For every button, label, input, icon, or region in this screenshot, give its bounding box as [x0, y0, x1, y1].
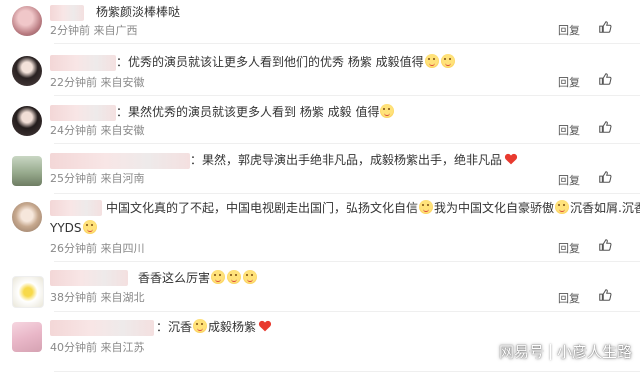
thumbs-up-icon: [599, 289, 612, 301]
emoji-icon: [243, 270, 258, 284]
comment-source: 来自安徽: [100, 76, 145, 89]
username[interactable]: [50, 200, 102, 216]
emoji-icon: [440, 54, 455, 68]
comment-text: ：果然优秀的演员就该更多人看到 杨紫 成毅 值得: [116, 102, 395, 122]
comment-item: ：果然，郭虎导演出手绝非凡品，成毅杨紫出手，绝非凡品 25分钟前 来自河南 回复: [0, 144, 640, 194]
watermark-brand: 网易号: [498, 343, 544, 361]
avatar[interactable]: [12, 202, 42, 232]
avatar[interactable]: [12, 322, 42, 352]
reply-button[interactable]: 回复: [558, 290, 580, 306]
comment-source: 来自广西: [93, 24, 138, 37]
comment-time: 22分钟前: [50, 76, 97, 89]
comment-item: ：优秀的演员就该让更多人看到他们的优秀 杨紫 成毅值得 22分钟前 来自安徽 回…: [0, 44, 640, 96]
username[interactable]: [50, 270, 128, 286]
emoji-icon: [555, 200, 570, 214]
comment-text: 杨紫颜淡棒棒哒: [96, 5, 181, 19]
username[interactable]: [50, 320, 154, 336]
avatar[interactable]: [12, 106, 42, 136]
comment-source: 来自四川: [100, 242, 145, 255]
comment-time: 2分钟前: [50, 24, 90, 37]
comment-source: 来自江苏: [100, 341, 145, 354]
heart-icon: [504, 153, 518, 165]
comment-meta: 24分钟前 来自安徽: [50, 124, 145, 138]
comment-source: 来自湖北: [100, 291, 145, 304]
reply-button[interactable]: 回复: [558, 122, 580, 138]
avatar[interactable]: [12, 156, 42, 186]
like-button[interactable]: [598, 20, 612, 34]
comment-meta: 38分钟前 来自湖北: [50, 291, 145, 305]
heart-icon: [258, 320, 272, 332]
emoji-icon: [227, 270, 242, 284]
like-button[interactable]: [598, 238, 612, 252]
thumbs-up-icon: [599, 73, 612, 85]
comment-text: ：果然，郭虎导演出手绝非凡品，成毅杨紫出手，绝非凡品: [190, 150, 518, 170]
emoji-icon: [211, 270, 226, 284]
emoji-icon: [193, 319, 208, 333]
comment-time: 40分钟前: [50, 341, 97, 354]
username[interactable]: [50, 5, 84, 21]
comment-item: 香香这么厉害 38分钟前 来自湖北 回复: [0, 262, 640, 312]
watermark-author: 小彦人生路: [556, 343, 632, 361]
like-button[interactable]: [598, 72, 612, 86]
comment-time: 38分钟前: [50, 291, 97, 304]
comment-source: 来自河南: [100, 172, 145, 185]
thumbs-up-icon: [599, 121, 612, 133]
avatar[interactable]: [12, 6, 42, 36]
emoji-icon: [82, 220, 97, 234]
thumbs-up-icon: [599, 171, 612, 183]
comment-meta: 2分钟前 来自广西: [50, 24, 138, 38]
comment-item: 杨紫颜淡棒棒哒 2分钟前 来自广西 回复: [0, 0, 640, 44]
reply-button[interactable]: 回复: [558, 172, 580, 188]
comment-text: 中国文化真的了不起，中国电视剧走出国门，弘扬文化自信 我为中国文化自豪骄傲 沉香如屑…: [106, 200, 640, 215]
watermark-divider: [549, 343, 551, 360]
like-button[interactable]: [598, 288, 612, 302]
avatar[interactable]: [12, 276, 44, 308]
comment-time: 26分钟前: [50, 242, 97, 255]
comment-meta: 26分钟前 来自四川: [50, 242, 145, 256]
comment-meta: 40分钟前 来自江苏: [50, 341, 145, 355]
comment-item: ：果然优秀的演员就该更多人看到 杨紫 成毅 值得 24分钟前 来自安徽 回复: [0, 96, 640, 144]
thumbs-up-icon: [599, 21, 612, 33]
comment-time: 24分钟前: [50, 124, 97, 137]
reply-button[interactable]: 回复: [558, 74, 580, 90]
username[interactable]: [50, 55, 116, 71]
like-button[interactable]: [598, 120, 612, 134]
username[interactable]: [50, 153, 190, 169]
reply-button[interactable]: 回复: [558, 240, 580, 256]
like-button[interactable]: [598, 170, 612, 184]
emoji-icon: [419, 200, 434, 214]
emoji-icon: [380, 104, 395, 118]
comment-meta: 25分钟前 来自河南: [50, 172, 145, 186]
reply-button[interactable]: 回复: [558, 22, 580, 38]
comment-text-continued: YYDS: [50, 218, 98, 238]
comment-item: 中国文化真的了不起，中国电视剧走出国门，弘扬文化自信 我为中国文化自豪骄傲 沉香如屑…: [0, 194, 640, 262]
username[interactable]: [50, 105, 116, 121]
avatar[interactable]: [12, 56, 42, 86]
comment-meta: 22分钟前 来自安徽: [50, 76, 145, 90]
comment-text: ：沉香 成毅杨紫: [156, 317, 272, 337]
watermark: 网易号 小彦人生路: [499, 341, 632, 362]
comment-text: 香香这么厉害: [138, 268, 258, 288]
comment-text: ：优秀的演员就该让更多人看到他们的优秀 杨紫 成毅值得: [116, 52, 456, 72]
emoji-icon: [424, 54, 439, 68]
comment-source: 来自安徽: [100, 124, 145, 137]
thumbs-up-icon: [599, 239, 612, 251]
comment-time: 25分钟前: [50, 172, 97, 185]
